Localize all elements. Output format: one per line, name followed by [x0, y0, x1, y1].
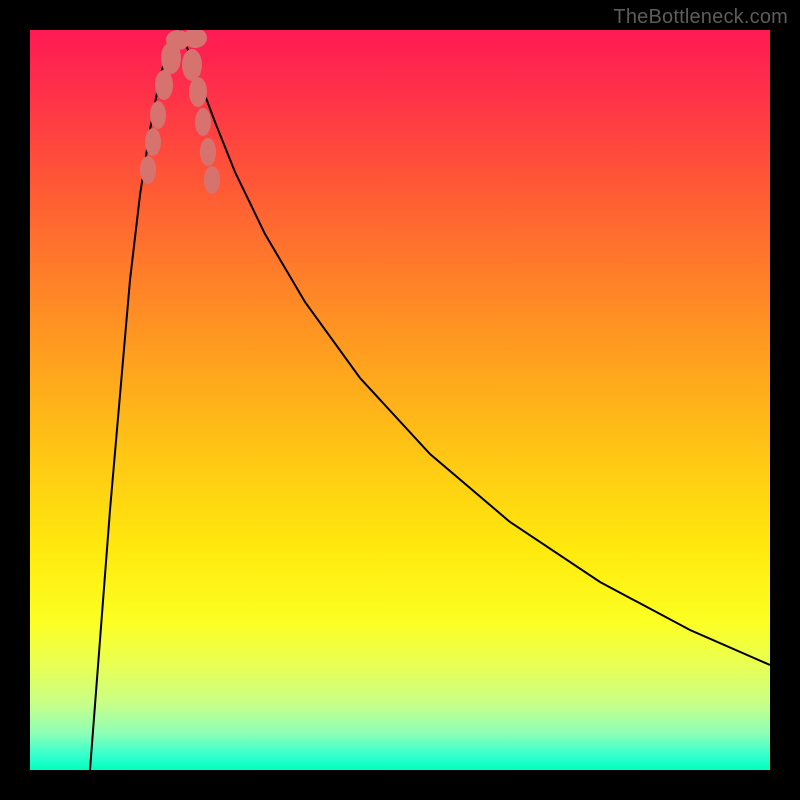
chart-frame: TheBottleneck.com	[0, 0, 800, 800]
data-blob	[195, 108, 211, 136]
data-blobs	[140, 30, 220, 194]
data-blob	[145, 128, 161, 156]
curve-layer	[30, 30, 770, 770]
data-blob	[155, 70, 173, 100]
data-blob	[182, 49, 202, 81]
data-blob	[204, 166, 220, 194]
left-branch-curve	[90, 30, 180, 770]
data-blob	[140, 156, 156, 184]
data-blob	[189, 77, 207, 107]
watermark-text: TheBottleneck.com	[613, 6, 788, 29]
data-blob	[150, 101, 166, 129]
right-branch-curve	[180, 30, 770, 665]
data-blob	[200, 138, 216, 166]
plot-area	[30, 30, 770, 770]
